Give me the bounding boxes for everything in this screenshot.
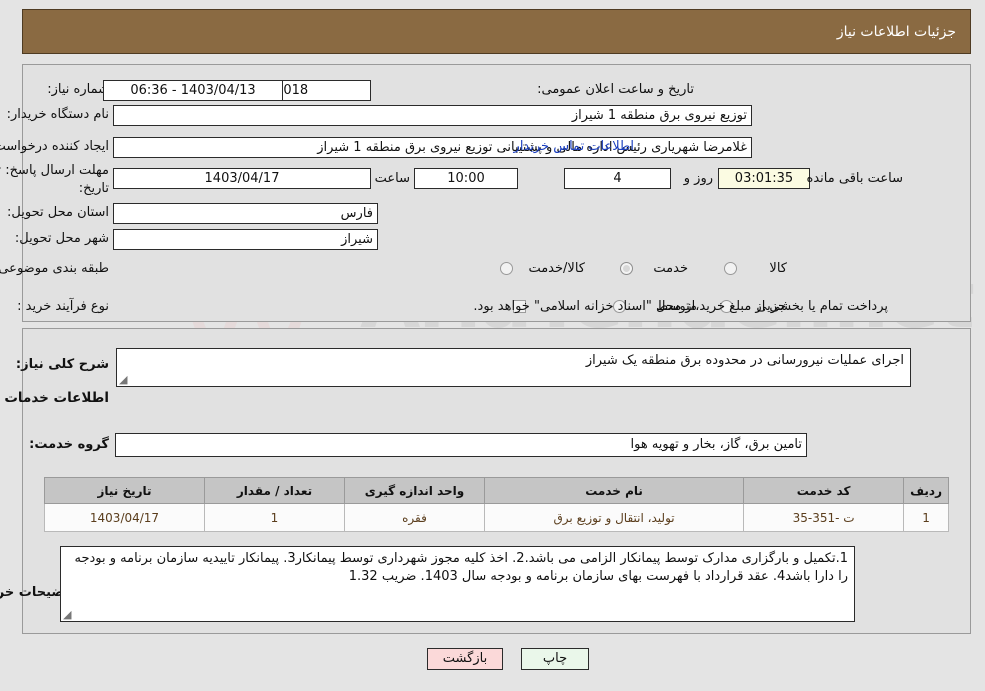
services-section-title: اطلاعات خدمات مورد نیاز — [0, 390, 109, 406]
th-unit: واحد اندازه گیری — [344, 477, 485, 504]
deadline-label-line1: مهلت ارسال پاسخ: تا — [0, 163, 109, 178]
service-group-label: گروه خدمت: — [29, 437, 109, 452]
buyer-contact-link[interactable]: اطلاعات تماس خریدار — [514, 139, 634, 154]
deadline-hour-label: ساعت — [374, 171, 410, 186]
th-qty: تعداد / مقدار — [204, 477, 345, 504]
print-button[interactable]: چاپ — [521, 648, 589, 670]
summary-value: اجرای عملیات نیرورسانی در محدوده برق منط… — [585, 353, 904, 368]
table-row: 1 ت -351-35 تولید، انتقال و توزیع برق فق… — [44, 503, 949, 532]
cell-unit: فقره — [344, 503, 485, 532]
cell-code: ت -351-35 — [743, 503, 905, 532]
radio-category-kala-khedmat[interactable] — [500, 262, 513, 275]
summary-label: شرح کلی نیاز: — [15, 357, 109, 372]
radio-category-kala[interactable] — [724, 262, 737, 275]
cell-name: تولید، انتقال و توزیع برق — [483, 503, 745, 532]
process-label: نوع فرآیند خرید : — [17, 299, 109, 314]
radio-category-kala-label: کالا — [769, 261, 787, 276]
public-announce-value: 1403/04/13 - 06:36 — [103, 80, 283, 101]
buyer-org-value: توزیع نیروی برق منطقه 1 شیراز — [113, 105, 752, 126]
radio-category-khedmat[interactable] — [620, 262, 633, 275]
need-info-panel — [22, 64, 971, 322]
resize-grip-icon[interactable]: ◣ — [119, 373, 129, 386]
buyer-notes-textarea[interactable]: 1.تکمیل و بارگزاری مدارک توسط پیمانکار ا… — [60, 546, 855, 622]
buyer-org-label: نام دستگاه خریدار: — [6, 107, 109, 122]
cell-row: 1 — [903, 503, 949, 532]
radio-category-khedmat-label: خدمت — [653, 261, 688, 276]
category-label: طبقه بندی موضوعی: — [0, 261, 109, 276]
deadline-date-value: 1403/04/17 — [113, 168, 371, 189]
city-value: شیراز — [113, 229, 378, 250]
treasury-bonds-label: پرداخت تمام یا بخشی از مبلغ خرید،از محل … — [473, 299, 888, 314]
radio-category-kala-khedmat-label: کالا/خدمت — [528, 261, 585, 276]
province-value: فارس — [113, 203, 378, 224]
cell-qty: 1 — [204, 503, 345, 532]
days-and-label: روز و — [683, 171, 713, 186]
requester-label: ایجاد کننده درخواست: — [0, 139, 109, 154]
th-name: نام خدمت — [483, 477, 745, 504]
remaining-time-value: 03:01:35 — [718, 168, 810, 189]
requester-value: غلامرضا شهریاری رئیس اداره مالی و پشتیبا… — [113, 137, 752, 158]
th-code: کد خدمت — [743, 477, 905, 504]
deadline-time-value: 10:00 — [414, 168, 518, 189]
back-button[interactable]: بازگشت — [427, 648, 503, 670]
th-date: تاریخ نیاز — [44, 477, 205, 504]
remaining-suffix-label: ساعت باقی مانده — [806, 171, 903, 186]
th-row: ردیف — [903, 477, 949, 504]
page-title: جزئیات اطلاعات نیاز — [836, 23, 956, 40]
public-announce-label: تاریخ و ساعت اعلان عمومی: — [537, 82, 694, 97]
buyer-notes-value: 1.تکمیل و بارگزاری مدارک توسط پیمانکار ا… — [74, 551, 849, 584]
cell-date: 1403/04/17 — [44, 503, 205, 532]
service-group-value: تامین برق، گاز، بخار و تهویه هوا — [115, 433, 807, 457]
province-label: استان محل تحویل: — [7, 205, 109, 220]
services-table: ردیف کد خدمت نام خدمت واحد اندازه گیری ت… — [44, 477, 949, 532]
page-header: جزئیات اطلاعات نیاز — [22, 9, 971, 54]
deadline-label-line2: تاریخ: — [78, 181, 109, 196]
table-header-row: ردیف کد خدمت نام خدمت واحد اندازه گیری ت… — [44, 477, 949, 504]
need-number-label: شماره نیاز: — [47, 82, 109, 97]
city-label: شهر محل تحویل: — [14, 231, 109, 246]
remaining-days-value: 4 — [564, 168, 671, 189]
resize-grip-icon[interactable]: ◣ — [63, 608, 73, 621]
summary-textarea[interactable]: اجرای عملیات نیرورسانی در محدوده برق منط… — [116, 348, 911, 387]
